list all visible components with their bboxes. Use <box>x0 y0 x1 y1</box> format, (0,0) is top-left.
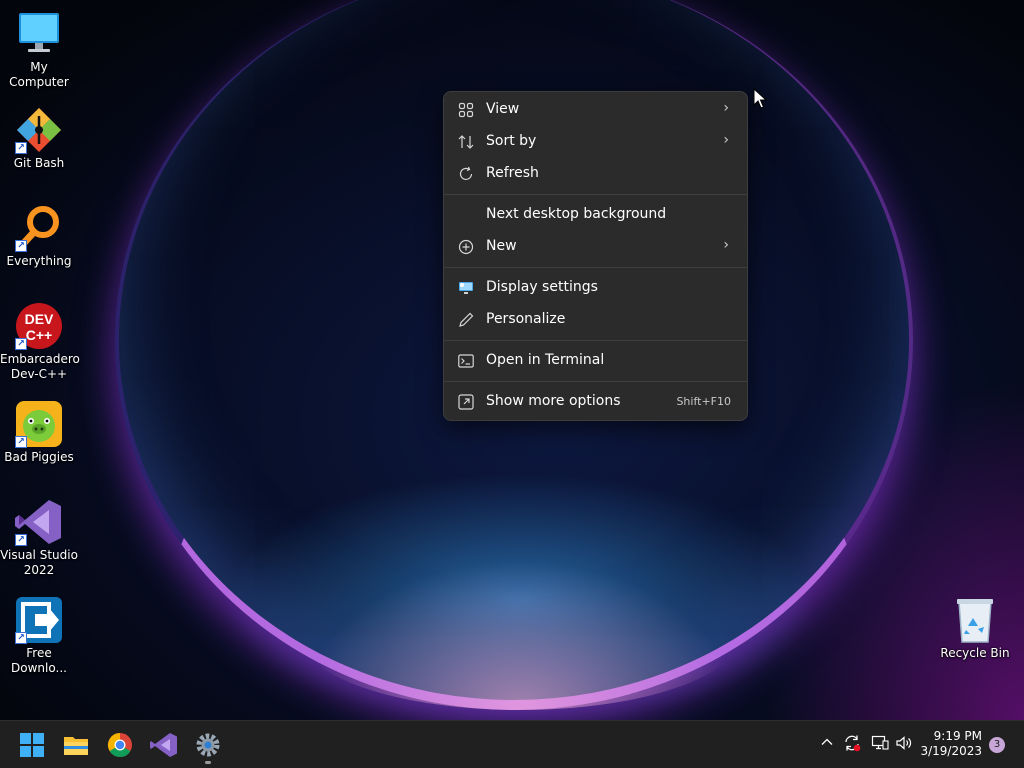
file-explorer-button[interactable] <box>60 729 92 761</box>
mouse-cursor-icon <box>753 87 768 114</box>
shortcut-arrow-icon: ↗ <box>15 142 27 154</box>
desktop-icon-my-computer[interactable]: My Computer <box>0 10 78 90</box>
start-icon <box>20 733 44 757</box>
clock[interactable]: 9:19 PM 3/19/2023 <box>920 729 982 759</box>
volume-icon <box>896 736 912 750</box>
desktop-icon-bad-piggies[interactable]: ↗ Bad Piggies <box>0 400 78 465</box>
menu-separator <box>444 381 747 382</box>
taskbar: 9:19 PM 3/19/2023 3 <box>0 720 1024 768</box>
menu-item-sort-by[interactable]: Sort by › <box>448 127 743 157</box>
menu-item-show-more-options[interactable]: Show more options Shift+F10 <box>448 387 743 417</box>
desktop-icon-label: Free Downlo... <box>11 646 67 675</box>
pen-icon <box>458 312 474 328</box>
network-status-button[interactable] <box>871 734 889 756</box>
chevron-up-icon <box>821 738 833 745</box>
menu-item-personalize[interactable]: Personalize <box>448 305 743 335</box>
menu-separator <box>444 267 747 268</box>
start-button[interactable] <box>16 729 48 761</box>
shortcut-arrow-icon: ↗ <box>15 534 27 546</box>
desktop-icon-free-download-manager[interactable]: ↗ Free Downlo... <box>0 596 78 676</box>
clock-time: 9:19 PM <box>933 729 982 743</box>
settings-icon <box>196 733 220 757</box>
more-options-icon <box>458 394 474 410</box>
desktop-icon-label: Embarcadero Dev-C++ <box>0 352 80 381</box>
menu-item-next-desktop-background[interactable]: Next desktop background <box>448 200 743 230</box>
menu-item-label: Next desktop background <box>486 206 667 222</box>
desktop-icon-label: Recycle Bin <box>940 646 1010 660</box>
shortcut-arrow-icon: ↗ <box>15 338 27 350</box>
desktop-icon-recycle-bin[interactable]: Recycle Bin <box>936 596 1014 661</box>
desktop-icon-label: My Computer <box>9 60 69 89</box>
menu-separator <box>444 194 747 195</box>
clock-date: 3/19/2023 <box>920 744 982 758</box>
chevron-right-icon: › <box>723 100 729 116</box>
monitor-icon <box>15 10 63 58</box>
desktop-icon-label: Git Bash <box>13 156 65 170</box>
shortcut-arrow-icon: ↗ <box>15 436 27 448</box>
menu-item-label: Open in Terminal <box>486 352 605 368</box>
menu-item-display-settings[interactable]: Display settings <box>448 273 743 303</box>
download-manager-icon: ↗ <box>15 596 63 644</box>
desktop[interactable]: My Computer ↗ Git Bash ↗ Everything DEV … <box>0 0 1024 720</box>
file-explorer-icon <box>64 737 88 755</box>
menu-item-label: Sort by <box>486 133 537 149</box>
show-hidden-icons-button[interactable] <box>820 735 834 753</box>
menu-item-view[interactable]: View › <box>448 95 743 125</box>
chevron-right-icon: › <box>723 237 729 253</box>
pig-icon: ↗ <box>15 400 63 448</box>
running-indicator <box>205 761 211 764</box>
shortcut-arrow-icon: ↗ <box>15 632 27 644</box>
desktop-icon-label: Visual Studio 2022 <box>0 548 78 577</box>
chevron-right-icon: › <box>723 132 729 148</box>
shortcut-arrow-icon: ↗ <box>15 240 27 252</box>
menu-item-label: Show more options <box>486 393 621 409</box>
desktop-icon-visual-studio[interactable]: ↗ Visual Studio 2022 <box>0 498 78 578</box>
visual-studio-taskbar-button[interactable] <box>148 729 180 761</box>
grid-icon <box>458 102 474 118</box>
wallpaper-glow <box>300 560 740 710</box>
devcpp-icon: DEV C++ ↗ <box>15 302 63 350</box>
display-icon <box>458 280 474 296</box>
magnifier-icon: ↗ <box>15 204 63 252</box>
svg-text:DEV: DEV <box>25 311 54 327</box>
chrome-icon <box>107 733 132 758</box>
menu-item-label: New <box>486 238 517 254</box>
menu-item-label: View <box>486 101 520 117</box>
menu-item-label: Display settings <box>486 279 598 295</box>
menu-item-label: Personalize <box>486 311 566 327</box>
menu-item-open-in-terminal[interactable]: Open in Terminal <box>448 346 743 376</box>
menu-item-new[interactable]: New › <box>448 232 743 262</box>
desktop-icon-label: Bad Piggies <box>4 450 74 464</box>
desktop-icon-git-bash[interactable]: ↗ Git Bash <box>0 106 78 171</box>
sort-icon <box>458 134 474 150</box>
notification-badge[interactable]: 3 <box>989 737 1005 753</box>
visual-studio-icon <box>150 733 177 757</box>
menu-separator <box>444 340 747 341</box>
svg-text:C++: C++ <box>26 327 52 343</box>
network-icon <box>871 735 889 750</box>
volume-button[interactable] <box>895 734 913 756</box>
menu-item-label: Refresh <box>486 165 539 181</box>
shortcut-hint: Shift+F10 <box>676 395 731 408</box>
settings-button[interactable] <box>192 729 224 764</box>
terminal-icon <box>458 353 474 369</box>
recycle-bin-icon <box>951 596 999 644</box>
plus-circle-icon <box>458 239 474 255</box>
desktop-context-menu: View › Sort by › Refresh Next desktop ba… <box>443 91 748 421</box>
sync-status-button[interactable] <box>843 734 861 756</box>
chrome-button[interactable] <box>104 729 136 761</box>
git-icon: ↗ <box>15 106 63 154</box>
desktop-icon-label: Everything <box>6 254 72 268</box>
refresh-icon <box>458 166 474 182</box>
wallpaper-purple-glow <box>764 380 1024 720</box>
visual-studio-icon: ↗ <box>15 498 63 546</box>
menu-item-refresh[interactable]: Refresh <box>448 159 743 189</box>
desktop-icon-everything[interactable]: ↗ Everything <box>0 204 78 269</box>
sync-icon <box>845 735 861 752</box>
desktop-icon-dev-cpp[interactable]: DEV C++ ↗ Embarcadero Dev-C++ <box>0 302 80 382</box>
